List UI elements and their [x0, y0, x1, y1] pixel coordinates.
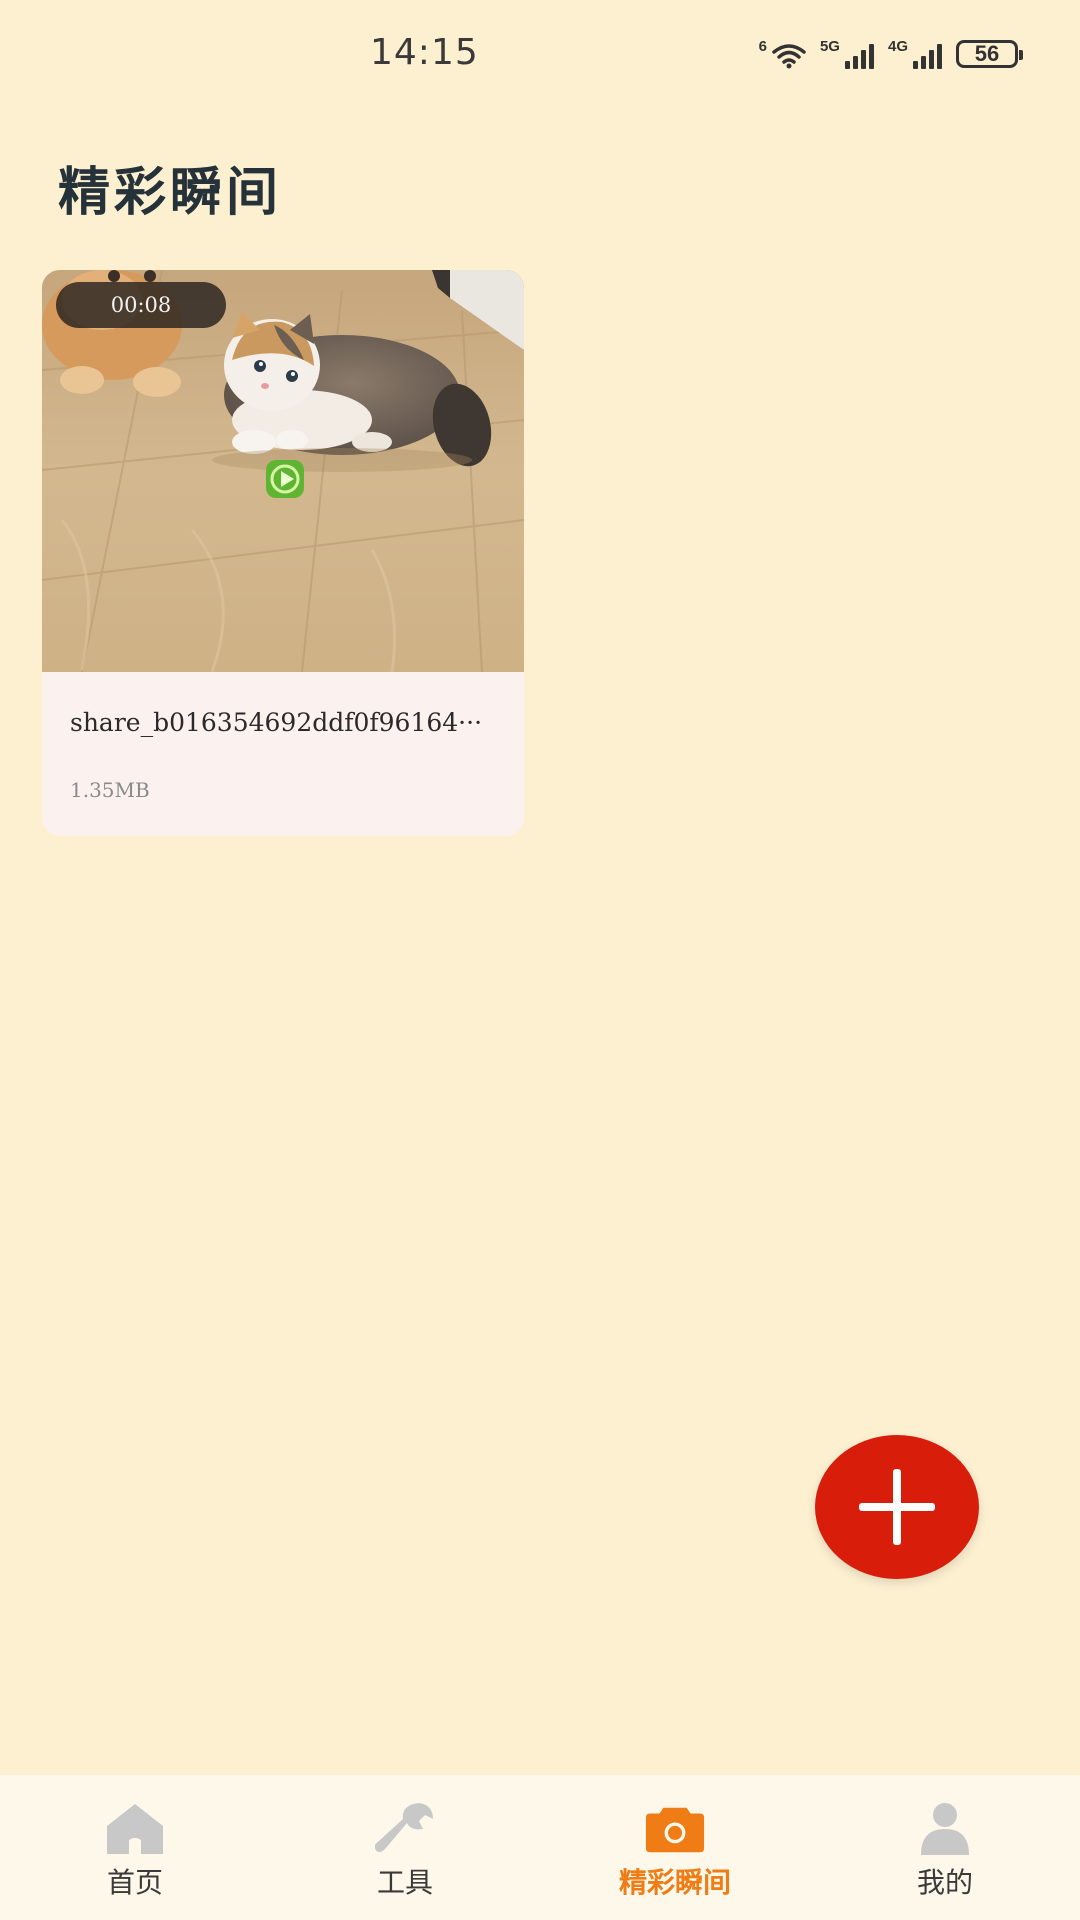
add-button[interactable]: [815, 1435, 979, 1579]
video-duration: 00:08: [110, 293, 172, 317]
status-bar: 14:15 6 5G 4G 56: [0, 0, 1080, 110]
battery-icon: 56: [956, 40, 1023, 68]
signal-4g-icon: 4G: [888, 39, 942, 69]
wrench-icon: [374, 1801, 436, 1857]
video-duration-badge: 00:08: [56, 282, 226, 328]
camera-icon: [644, 1801, 706, 1857]
wifi-icon: 6: [759, 39, 806, 69]
play-icon[interactable]: [264, 458, 306, 500]
status-time: 14:15: [370, 32, 479, 73]
user-icon: [914, 1801, 976, 1857]
video-card[interactable]: 00:08 share_b016354692ddf0f96164··· 1.35…: [42, 270, 524, 836]
plus-icon: [859, 1469, 935, 1545]
nav-label-mine: 我的: [916, 1866, 973, 1899]
status-icons: 6 5G 4G 56: [759, 34, 1023, 74]
nav-label-tools: 工具: [376, 1866, 433, 1899]
video-file-size: 1.35MB: [70, 778, 150, 802]
video-file-name: share_b016354692ddf0f96164···: [70, 708, 483, 737]
battery-level: 56: [974, 41, 1000, 66]
signal-5g-icon: 5G: [820, 39, 874, 69]
nav-item-mine[interactable]: 我的: [810, 1775, 1080, 1920]
video-thumbnail[interactable]: 00:08: [42, 270, 524, 672]
nav-item-tools[interactable]: 工具: [270, 1775, 540, 1920]
nav-item-home[interactable]: 首页: [0, 1775, 270, 1920]
wifi-tag: 6: [758, 38, 767, 55]
nav-label-moments: 精彩瞬间: [618, 1866, 731, 1899]
nav-label-home: 首页: [106, 1866, 163, 1899]
page-title: 精彩瞬间: [58, 162, 283, 223]
home-icon: [104, 1801, 166, 1857]
signal-5g-tag: 5G: [819, 38, 840, 55]
bottom-nav: 首页 工具 精彩瞬间 我的: [0, 1775, 1080, 1920]
signal-4g-tag: 4G: [887, 38, 908, 55]
nav-item-moments[interactable]: 精彩瞬间: [540, 1775, 810, 1920]
